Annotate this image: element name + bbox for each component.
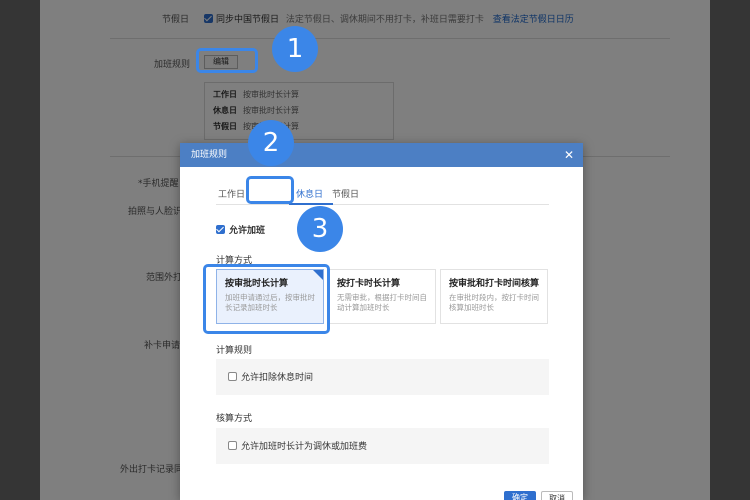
dialog-header: 加班规则 ✕: [180, 143, 583, 167]
convert-checkbox[interactable]: 允许加班时长计为调休或加班费: [228, 439, 367, 452]
dialog-title: 加班规则: [191, 150, 228, 160]
tab-workday[interactable]: 工作日: [218, 187, 245, 200]
highlight-approval-card: [203, 264, 330, 334]
step-badge-3: 3: [297, 206, 343, 252]
checkbox-icon: [228, 372, 237, 381]
calc-rule-title: 计算规则: [216, 346, 253, 356]
checkbox-checked-icon: [216, 225, 225, 234]
card-title: 按打卡时长计算: [337, 279, 401, 289]
ok-button[interactable]: 确定: [504, 491, 536, 500]
accounting-panel: 允许加班时长计为调休或加班费: [216, 428, 549, 464]
cancel-button[interactable]: 取消: [541, 491, 573, 500]
convert-label: 允许加班时长计为调休或加班费: [241, 442, 368, 452]
card-desc: 无需审批，根据打卡时间自动计算加班时长: [337, 293, 427, 312]
allow-overtime-checkbox[interactable]: 允许加班: [216, 223, 265, 236]
deduct-rest-label: 允许扣除休息时间: [241, 373, 314, 383]
card-desc: 在审批时段内，按打卡时间核算加班时长: [449, 293, 539, 312]
allow-overtime-label: 允许加班: [229, 226, 266, 236]
card-by-approval-and-punch[interactable]: 按审批和打卡时间核算 在审批时段内，按打卡时间核算加班时长: [440, 269, 548, 324]
card-by-punch[interactable]: 按打卡时长计算 无需审批，根据打卡时间自动计算加班时长: [328, 269, 436, 324]
accounting-title: 核算方式: [216, 414, 253, 424]
card-title: 按审批和打卡时间核算: [449, 279, 540, 289]
highlight-edit-button: [196, 48, 258, 73]
tab-holiday[interactable]: 节假日: [332, 187, 359, 200]
tab-restday[interactable]: 休息日: [296, 187, 323, 200]
checkbox-icon: [228, 441, 237, 450]
active-tab-indicator: [289, 203, 333, 205]
calc-rule-panel: 允许扣除休息时间: [216, 359, 549, 395]
step-badge-1: 1: [272, 26, 318, 72]
step-badge-2: 2: [248, 120, 294, 166]
close-icon[interactable]: ✕: [564, 143, 574, 167]
deduct-rest-checkbox[interactable]: 允许扣除休息时间: [228, 370, 313, 383]
highlight-restday-tab: [246, 176, 294, 204]
